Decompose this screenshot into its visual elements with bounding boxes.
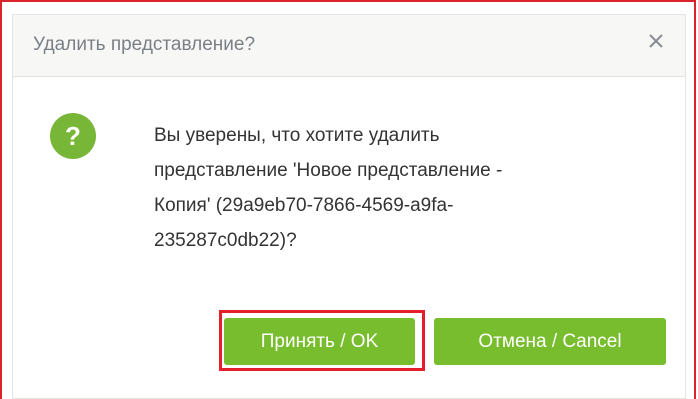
close-icon[interactable] xyxy=(644,29,668,53)
message-line: 235287c0db22)? xyxy=(154,230,297,251)
message-line: Копия' (29a9eb70-7866-4569-a9fa- xyxy=(154,195,454,216)
message-line: Вы уверены, что хотите удалить xyxy=(154,125,440,146)
dialog-title: Удалить представление? xyxy=(33,34,256,55)
question-icon: ? xyxy=(50,113,96,159)
delete-view-dialog: Удалить представление? ? Вы уверены, что… xyxy=(12,14,686,399)
dialog-header: Удалить представление? xyxy=(13,15,685,77)
ok-button[interactable]: Принять / OK xyxy=(224,318,415,365)
confirmation-message: Вы уверены, что хотите удалить представл… xyxy=(154,118,614,258)
cancel-button[interactable]: Отмена / Cancel xyxy=(434,318,666,365)
message-line: представление 'Новое представление - xyxy=(154,160,503,181)
